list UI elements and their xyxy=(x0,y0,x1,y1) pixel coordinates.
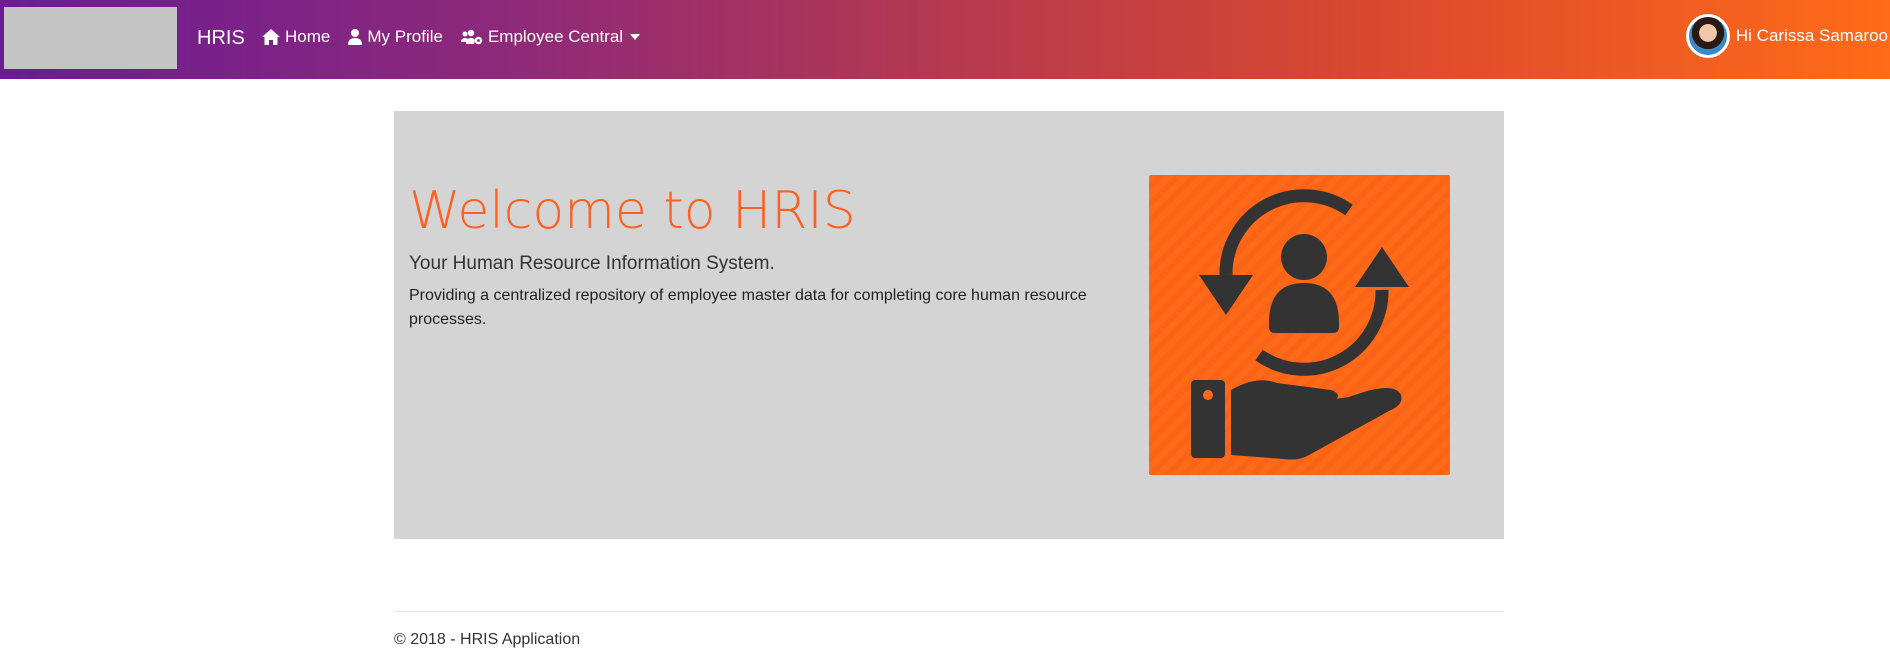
nav-links: Home My Profile Employee Central xyxy=(262,27,641,47)
avatar[interactable] xyxy=(1685,14,1730,58)
employee-care-icon xyxy=(1191,189,1409,460)
user-greeting: Hi Carissa Samaroo xyxy=(1735,26,1888,45)
welcome-jumbotron: Welcome to HRIS Your Human Resource Info… xyxy=(394,111,1504,539)
user-menu[interactable]: Hi Carissa Samaroo xyxy=(1685,14,1888,58)
top-navbar: HRIS Home My Profile Employee Central Hi… xyxy=(0,0,1890,79)
footer-text: © 2018 - HRIS Application xyxy=(394,631,581,648)
employee-care-image xyxy=(1149,175,1450,475)
user-icon xyxy=(348,29,363,45)
welcome-description: Providing a centralized repository of em… xyxy=(409,287,1087,328)
home-icon xyxy=(262,29,280,45)
chevron-down-icon xyxy=(630,34,641,40)
nav-my-profile-link[interactable]: My Profile xyxy=(348,27,443,47)
nav-employee-central-dropdown[interactable]: Employee Central xyxy=(460,27,641,47)
welcome-subtitle: Your Human Resource Information System. xyxy=(409,253,775,274)
welcome-title: Welcome to HRIS xyxy=(409,181,856,241)
nav-my-profile-label: My Profile xyxy=(367,27,443,46)
company-logo[interactable] xyxy=(4,7,177,69)
footer-divider xyxy=(394,611,1504,612)
brand-link[interactable]: HRIS xyxy=(197,27,245,50)
nav-home-link[interactable]: Home xyxy=(262,27,330,47)
nav-employee-central-label: Employee Central xyxy=(487,27,624,46)
nav-home-label: Home xyxy=(285,27,331,46)
users-cog-icon xyxy=(460,29,483,45)
